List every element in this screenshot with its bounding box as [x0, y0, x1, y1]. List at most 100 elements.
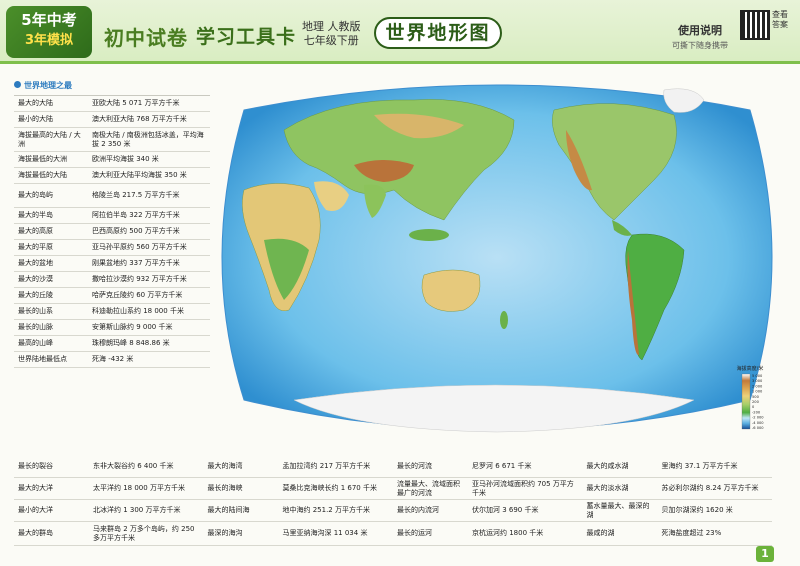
table-cell: 最大的群岛 马来群岛 2 万多个岛屿，约 250 多万平方千米: [14, 525, 204, 543]
badge-line2: 3年模拟: [24, 33, 74, 48]
section-title: 世界地理之最: [14, 80, 210, 91]
fact-value: 巴西高原约 500 万平方千米: [92, 227, 180, 235]
landmass-new-zealand: [500, 311, 508, 329]
fact-label: 世界陆地最低点: [18, 355, 67, 363]
edition-info: 地理 人教版 七年级下册: [302, 20, 361, 48]
landmass-malay-archipelago: [409, 229, 449, 241]
cell-value: 尼罗河 6 671 千米: [472, 462, 532, 470]
fact-label: 海拔最高的大陆 / 大洲: [18, 130, 81, 148]
cell-label: 最大的大洋: [18, 484, 53, 492]
fact-label: 海拔最低的大洲: [18, 155, 67, 163]
table-cell: 最大的大洋 太平洋约 18 000 万平方千米: [14, 484, 204, 493]
bullet-icon: [14, 81, 21, 88]
facts-list: 最大的大陆 亚欧大陆 5 071 万平方千米 最小的大陆 澳大利亚大陆 768 万平方…: [14, 95, 210, 368]
table-cell: 最咸的湖 死海盐度超过 23%: [583, 529, 773, 538]
cell-value: 亚马孙河流域面积约 705 万平方千米: [472, 479, 574, 497]
fact-value: 欧洲平均海拔 340 米: [92, 155, 159, 163]
fact-value: 哈萨克丘陵约 60 万平方千米: [92, 291, 183, 299]
fact-label: 最大的沙漠: [18, 275, 53, 283]
legend-label: 5 000: [752, 374, 763, 378]
legend-label: 200: [752, 400, 760, 404]
fact-label: 最大的高原: [18, 227, 53, 235]
cell-label: 最长的内流河: [397, 506, 439, 514]
fact-label: 最大的大陆: [18, 99, 53, 107]
legend-label: 1 000: [752, 390, 763, 394]
card-title: 学习工具卡: [196, 26, 297, 48]
section-title-text: 世界地理之最: [24, 81, 72, 90]
cell-value: 太平洋约 18 000 万平方千米: [93, 484, 185, 492]
legend-label: 2 000: [752, 384, 763, 388]
fact-row: 最大的沙漠 撒哈拉沙漠约 932 万平方千米: [14, 272, 210, 288]
table-cell: 最大的咸水湖 里海约 37.1 万平方千米: [583, 462, 773, 471]
cell-label: 最大的淡水湖: [586, 484, 629, 492]
legend-color-bar: [741, 373, 751, 430]
fact-row: 最大的高原 巴西高原约 500 万平方千米: [14, 224, 210, 240]
fact-value: 亚马孙平原约 560 万平方千米: [92, 243, 187, 251]
cell-label: 流量最大、流域面积最广的河流: [397, 479, 460, 497]
fact-label: 最长的山系: [18, 307, 53, 315]
table-cell: 最大的淡水湖 苏必利尔湖约 8.24 万平方千米: [583, 484, 773, 493]
cell-value: 伏尔加河 3 690 千米: [472, 506, 539, 514]
fact-row: 最长的山脉 安第斯山脉约 9 000 千米: [14, 320, 210, 336]
cell-label: 最长的裂谷: [18, 462, 53, 470]
legend-label: -2 000: [752, 416, 764, 420]
table-row: 最大的大洋 太平洋约 18 000 万平方千米 最长的海峡 莫桑比克海峡长约 1 67…: [14, 478, 772, 500]
table-cell: 最长的内流河 伏尔加河 3 690 千米: [393, 506, 583, 515]
table-cell: 最长的运河 京杭运河约 1800 千米: [393, 529, 583, 538]
cell-value: 北冰洋约 1 300 万平方千米: [93, 506, 181, 514]
cell-label: 最长的海峡: [207, 484, 243, 492]
cell-label: 最大的陆间海: [207, 506, 250, 514]
cell-label: 最咸的湖: [586, 529, 615, 537]
cell-value: 京杭运河约 1800 千米: [472, 529, 544, 537]
fact-row: 最高的山峰 珠穆朗玛峰 8 848.86 米: [14, 336, 210, 352]
fact-row: 海拔最高的大陆 / 大洲 南极大陆 / 南极洲包括冰盖，平均海拔 2 350 米: [14, 128, 210, 152]
cell-value: 孟加拉湾约 217 万平方千米: [282, 462, 371, 470]
bottom-facts-table: 最长的裂谷 东非大裂谷约 6 400 千米 最大的海湾 孟加拉湾约 217 万平方千米…: [14, 456, 772, 546]
fact-row: 最大的平原 亚马孙平原约 560 万平方千米: [14, 240, 210, 256]
cell-label: 最大的咸水湖: [586, 462, 629, 470]
table-cell: 最大的陆间海 地中海约 251.2 万平方千米: [204, 506, 394, 515]
table-cell: 流量最大、流域面积最广的河流 亚马孙河流域面积约 705 万平方千米: [393, 480, 583, 498]
fact-label: 最大的半岛: [18, 211, 53, 219]
cell-value: 马来群岛 2 万多个岛屿，约 250 多万平方千米: [93, 524, 195, 542]
cell-value: 马里亚纳海沟深 11 034 米: [282, 529, 368, 537]
fact-label: 最大的丘陵: [18, 291, 53, 299]
fact-row: 海拔最低的大洲 欧洲平均海拔 340 米: [14, 152, 210, 168]
fact-label: 最高的山峰: [18, 339, 53, 347]
qr-code-icon[interactable]: [740, 10, 770, 40]
fact-label: 最大的盆地: [18, 259, 53, 267]
fact-value: 格陵兰岛 217.5 万平方千米: [92, 191, 180, 199]
fact-row: 最大的大陆 亚欧大陆 5 071 万平方千米: [14, 96, 210, 112]
table-cell: 最长的河流 尼罗河 6 671 千米: [393, 462, 583, 471]
brand-badge: 5年中考 3年模拟: [6, 6, 92, 58]
legend-label: -6 000: [752, 426, 764, 430]
facts-panel: 世界地理之最 最大的大陆 亚欧大陆 5 071 万平方千米 最小的大陆 澳大利亚大陆 …: [14, 80, 210, 368]
edition-line2: 七年级下册: [303, 34, 359, 47]
fact-row: 最大的丘陵 哈萨克丘陵约 60 万平方千米: [14, 288, 210, 304]
fact-row: 海拔最低的大陆 澳大利亚大陆平均海拔 350 米: [14, 168, 210, 184]
header: 5年中考 3年模拟 初中试卷 学习工具卡 地理 人教版 七年级下册 世界地形图 …: [0, 0, 800, 64]
table-cell: 蓄水量最大、最深的湖 贝加尔湖深约 1620 米: [583, 502, 773, 520]
usage-subtitle: 可撕下随身携带: [672, 41, 728, 50]
edition-line1: 地理 人教版: [302, 20, 361, 33]
fact-row: 最大的岛屿 格陵兰岛 217.5 万平方千米: [14, 184, 210, 208]
table-cell: 最深的海沟 马里亚纳海沟深 11 034 米: [204, 529, 394, 538]
cell-label: 最长的运河: [397, 529, 432, 537]
page-number: 1: [756, 546, 774, 562]
table-row: 最大的群岛 马来群岛 2 万多个岛屿，约 250 多万平方千米 最深的海沟 马里亚纳海…: [14, 522, 772, 546]
legend-label: 0: [752, 405, 755, 409]
table-row: 最小的大洋 北冰洋约 1 300 万平方千米 最大的陆间海 地中海约 251.2 万平…: [14, 500, 772, 522]
cell-value: 里海约 37.1 万平方千米: [661, 462, 738, 470]
table-cell: 最长的海峡 莫桑比克海峡长约 1 670 千米: [204, 484, 394, 493]
fact-value: 南极大陆 / 南极洲包括冰盖，平均海拔 2 350 米: [92, 130, 204, 148]
world-relief-map: 海拔高度/米 5 0003 0002 000 1 0005002000-200 -2…: [221, 84, 773, 433]
fact-row: 最大的半岛 阿拉伯半岛 322 万平方千米: [14, 208, 210, 224]
cell-value: 贝加尔湖深约 1620 米: [661, 506, 733, 514]
cell-label: 最深的海沟: [207, 529, 243, 537]
fact-value: 阿拉伯半岛 322 万平方千米: [92, 211, 180, 219]
cell-value: 苏必利尔湖约 8.24 万平方千米: [661, 484, 759, 492]
cell-value: 东非大裂谷约 6 400 千米: [93, 462, 174, 470]
fact-label: 最大的岛屿: [18, 191, 53, 199]
fact-label: 最长的山脉: [18, 323, 53, 331]
table-cell: 最大的海湾 孟加拉湾约 217 万平方千米: [204, 462, 394, 471]
